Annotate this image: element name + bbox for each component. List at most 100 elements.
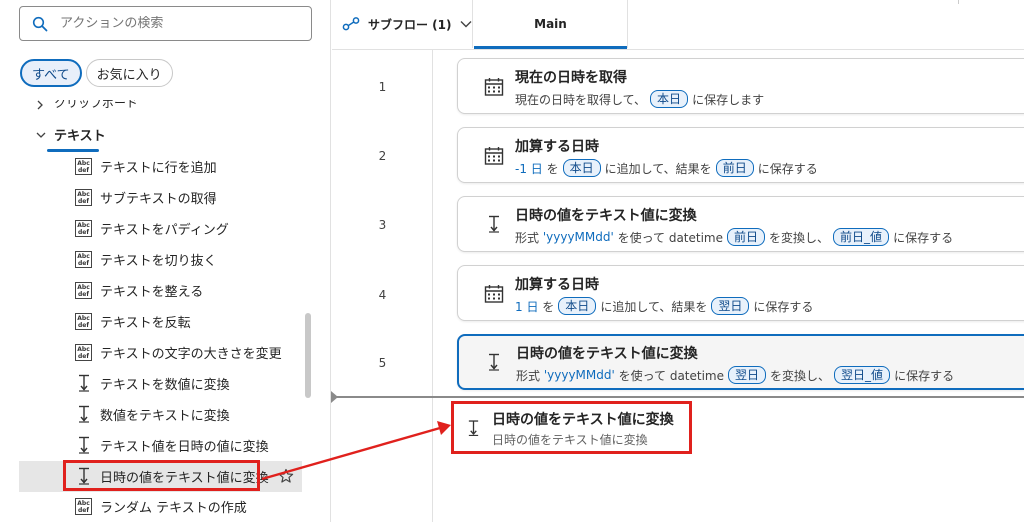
action-item-label: テキストをパディング: [100, 223, 229, 238]
card-description: 形式 'yyyyMMdd' を使って datetime 翌日 を変換し、 翌日_…: [516, 366, 954, 384]
card-title: 加算する日時: [515, 277, 599, 293]
convert-icon: [79, 405, 89, 423]
calendar-icon: [484, 147, 504, 165]
tab-main[interactable]: Main: [474, 0, 628, 49]
row-number: 4: [378, 288, 387, 302]
search-input[interactable]: [60, 16, 300, 31]
desc-text: を変換し、: [770, 368, 831, 383]
flow-action-card[interactable]: 現在の日時を取得 現在の日時を取得して、 本日 に保存します: [457, 58, 1024, 114]
flow-action-card[interactable]: 加算する日時 1 日 を 本日 に追加して、結果を 翌日 に保存する: [457, 265, 1024, 321]
action-item-label: サブテキストの取得: [100, 192, 217, 207]
abc-def-icon: Abc def: [75, 251, 92, 268]
card-title: 現在の日時を取得: [515, 70, 627, 86]
value-text: -1 日: [515, 161, 543, 176]
action-item[interactable]: Abc def テキストの文字の大きさを変更: [19, 337, 302, 368]
abc-def-icon: Abc def: [75, 498, 92, 515]
variable-pill[interactable]: 本日: [558, 297, 597, 315]
variable-pill[interactable]: 翌日: [711, 297, 750, 315]
desc-text: に追加して、結果を: [604, 161, 712, 176]
search-box[interactable]: [19, 6, 312, 41]
action-item-label: テキスト値を日時の値に変換: [100, 440, 269, 455]
desc-text: を使って datetime: [618, 368, 725, 383]
action-item-label: ランダム テキストの作成: [100, 501, 247, 516]
convert-icon: [79, 436, 89, 454]
flow-action-card[interactable]: 日時の値をテキスト値に変換 形式 'yyyyMMdd' を使って datetim…: [457, 196, 1024, 252]
variable-pill[interactable]: 前日_値: [833, 228, 890, 246]
card-description: 現在の日時を取得して、 本日 に保存します: [515, 90, 764, 108]
desc-text: に保存する: [753, 299, 814, 314]
chevron-down-icon: [36, 132, 46, 138]
card-description: 形式 'yyyyMMdd' を使って datetime 前日 を変換し、 前日_…: [515, 228, 953, 246]
action-item-label: 数値をテキストに変換: [100, 409, 230, 424]
action-item[interactable]: Abc def テキストを反転: [19, 306, 302, 337]
action-item[interactable]: テキストを数値に変換: [19, 368, 302, 399]
action-item[interactable]: Abc def サブテキストの取得: [19, 182, 302, 213]
action-item-label: テキストを反転: [100, 316, 191, 331]
drag-description: 日時の値をテキスト値に変換: [492, 433, 648, 447]
desc-text: 形式: [516, 368, 541, 383]
abc-def-icon: Abc def: [75, 282, 92, 299]
desc-text: を: [546, 161, 559, 176]
tree-group-text[interactable]: テキスト: [36, 125, 106, 144]
filter-all-chip[interactable]: すべて: [20, 59, 82, 87]
subflow-label: サブフロー (1): [368, 17, 452, 32]
desc-text: に追加して、結果を: [600, 299, 708, 314]
action-item[interactable]: Abc def テキストをパディング: [19, 213, 302, 244]
card-title: 日時の値をテキスト値に変換: [516, 346, 698, 362]
row-number: 1: [378, 80, 387, 94]
abc-def-icon: Abc def: [75, 344, 92, 361]
action-item-label: テキストの文字の大きさを変更: [100, 347, 282, 362]
flow-action-card-selected[interactable]: 日時の値をテキスト値に変換 形式 'yyyyMMdd' を使って datetim…: [457, 334, 1024, 390]
chevron-right-icon: [37, 100, 43, 110]
row-number: 5: [378, 356, 387, 370]
action-item[interactable]: テキスト値を日時の値に変換: [19, 430, 302, 461]
desc-text: を: [542, 299, 555, 314]
variable-pill[interactable]: 前日: [715, 159, 754, 177]
tree-group-clipboard-label: クリップボード: [54, 100, 139, 110]
subflow-icon: [342, 17, 360, 31]
calendar-icon: [484, 285, 504, 303]
card-title: 日時の値をテキスト値に変換: [515, 208, 697, 224]
filter-chips: すべて お気に入り: [20, 59, 173, 87]
desc-text: に保存する: [757, 161, 818, 176]
value-text: 'yyyyMMdd': [543, 368, 615, 382]
variable-pill[interactable]: 本日: [650, 90, 689, 108]
desc-text: を変換し、: [769, 230, 830, 245]
drop-indicator-arrow: [331, 391, 338, 403]
actions-panel: すべて お気に入り クリップボード テキスト Abcdef テキストに行を追加 …: [0, 0, 331, 522]
action-item[interactable]: Abc def テキストを整える: [19, 275, 302, 306]
convert-icon: [468, 420, 479, 436]
abc-def-icon: Abc def: [75, 313, 92, 330]
action-item-label: テキストに行を追加: [100, 161, 217, 176]
scrollbar-thumb[interactable]: [305, 313, 311, 398]
convert-icon: [79, 374, 89, 392]
action-item[interactable]: 数値をテキストに変換: [19, 399, 302, 430]
action-item-label: テキストを切り抜く: [100, 254, 217, 269]
variable-pill[interactable]: 前日: [727, 228, 766, 246]
action-item[interactable]: Abc def テキストに行を追加: [19, 151, 302, 182]
action-item[interactable]: Abc def ランダム テキストの作成: [19, 491, 302, 522]
value-text: 1 日: [515, 299, 539, 314]
tree-group-clipboard[interactable]: クリップボード: [36, 100, 138, 112]
row-number: 3: [378, 218, 387, 232]
subflow-dropdown[interactable]: サブフロー (1): [332, 0, 473, 48]
calendar-icon: [484, 78, 504, 96]
variable-pill[interactable]: 翌日: [728, 366, 767, 384]
action-item[interactable]: Abc def テキストを切り抜く: [19, 244, 302, 275]
row-number: 2: [378, 149, 387, 163]
favorite-star-icon[interactable]: [278, 468, 294, 484]
action-item-label: テキストを数値に変換: [100, 378, 230, 393]
search-icon: [32, 16, 48, 31]
convert-icon: [489, 215, 499, 233]
filter-favorites-chip[interactable]: お気に入り: [85, 59, 173, 87]
desc-text: に保存する: [894, 368, 955, 383]
abc-def-icon: Abc def: [75, 158, 92, 175]
desc-text: 現在の日時を取得して、: [515, 92, 647, 107]
variable-pill[interactable]: 翌日_値: [834, 366, 891, 384]
flow-action-card[interactable]: 加算する日時 -1 日 を 本日 に追加して、結果を 前日 に保存する: [457, 127, 1024, 183]
action-item-label: テキストを整える: [100, 285, 204, 300]
variable-pill[interactable]: 本日: [562, 159, 601, 177]
convert-icon: [489, 353, 499, 371]
card-description: 1 日 を 本日 に追加して、結果を 翌日 に保存する: [515, 297, 813, 315]
dragged-action-preview[interactable]: 日時の値をテキスト値に変換 日時の値をテキスト値に変換: [451, 401, 692, 454]
